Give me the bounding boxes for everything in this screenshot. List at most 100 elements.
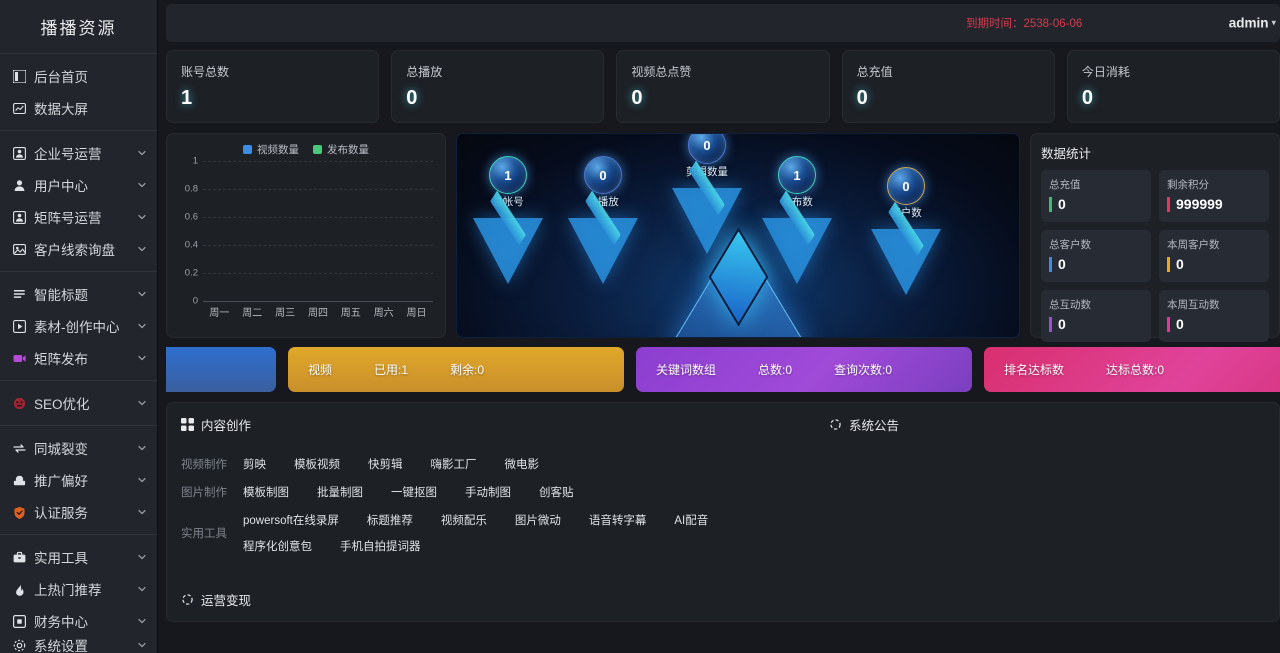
tool-link-模板视频[interactable]: 模板视频: [294, 456, 340, 472]
banner-field: 剩余:0: [450, 361, 484, 378]
sidebar-item-用户中心[interactable]: 用户中心: [0, 169, 157, 201]
chevron-down-icon[interactable]: [137, 289, 147, 299]
stat-card-今日消耗: 今日消耗0: [1067, 50, 1280, 123]
tool-link-微电影[interactable]: 微电影: [505, 456, 540, 472]
viz-node-总播放: 0总播放: [557, 156, 649, 208]
stat-card-label: 视频总点赞: [631, 63, 814, 80]
sidebar-item-推广偏好[interactable]: 推广偏好: [0, 464, 157, 496]
quota-banner-1[interactable]: 剩余:0: [166, 347, 276, 392]
certification-icon: [12, 505, 27, 520]
quota-banner-ranking[interactable]: 排名达标数达标总数:0: [984, 347, 1280, 392]
quota-banner-keywords[interactable]: 关键词数组总数:0查询次数:0: [636, 347, 972, 392]
stat-card-视频总点赞: 视频总点赞 0: [616, 50, 829, 123]
tool-link-剪映[interactable]: 剪映: [243, 456, 266, 472]
tool-link-批量制图[interactable]: 批量制图: [317, 484, 363, 500]
viz-node-剪辑数量: 0剪辑数量: [661, 133, 753, 178]
legend-item-视频数量[interactable]: 视频数量: [243, 142, 299, 157]
sidebar-item-智能标题[interactable]: 智能标题: [0, 278, 157, 310]
sidebar-item-label: 财务中心: [34, 611, 137, 631]
sidebar-item-企业号运营[interactable]: 企业号运营: [0, 137, 157, 169]
weekly-chart-card: 视频数量发布数量 10.80.60.40.20 周一周二周三周四周五周六周日: [166, 133, 446, 338]
chevron-down-icon[interactable]: [137, 475, 147, 485]
gridline: [203, 245, 433, 246]
chevron-down-icon[interactable]: [137, 507, 147, 517]
middle-row: 视频数量发布数量 10.80.60.40.20 周一周二周三周四周五周六周日 1…: [166, 133, 1280, 338]
viz-node-value: 1: [504, 168, 511, 183]
tool-link-一键抠图[interactable]: 一键抠图: [391, 484, 437, 500]
sidebar-item-同城裂变[interactable]: 同城裂变: [0, 432, 157, 464]
chevron-down-icon[interactable]: [137, 353, 147, 363]
tool-list: powersoft在线录屏 标题推荐 视频配乐 图片微动 语音转字幕 AI配音程序化创意包…: [243, 512, 801, 554]
gridline: [203, 189, 433, 190]
tool-link-创客贴[interactable]: 创客贴: [539, 484, 574, 500]
sidebar-item-矩阵号运营[interactable]: 矩阵号运营: [0, 201, 157, 233]
tool-category-label: 实用工具: [181, 525, 243, 541]
tool-category-label: 视频制作: [181, 456, 243, 472]
sidebar-item-上热门推荐[interactable]: 上热门推荐: [0, 573, 157, 605]
stat-card-value: 0: [631, 87, 814, 110]
tool-link-程序化创意包[interactable]: 程序化创意包: [243, 538, 312, 554]
tool-link-手机自拍提词器[interactable]: 手机自拍提词器: [340, 538, 421, 554]
tool-link-powersoft在线录屏[interactable]: powersoft在线录屏: [243, 512, 339, 528]
chevron-down-icon[interactable]: [137, 148, 147, 158]
promotion-icon: [12, 473, 27, 488]
enterprise-account-icon: [12, 146, 27, 161]
sidebar-item-实用工具[interactable]: 实用工具: [0, 541, 157, 573]
tool-row-实用工具: 实用工具powersoft在线录屏 标题推荐 视频配乐 图片微动 语音转字幕 AI配音程序…: [181, 512, 801, 554]
tool-link-图片微动[interactable]: 图片微动: [515, 512, 561, 528]
tool-list: 剪映 模板视频 快剪辑 嗨影工厂 微电影: [243, 456, 539, 472]
sidebar-item-label: 素材-创作中心: [34, 316, 137, 336]
chevron-down-icon[interactable]: [137, 584, 147, 594]
chart-y-axis: 10.80.60.40.20: [175, 161, 201, 301]
sidebar-item-label: 企业号运营: [34, 143, 137, 163]
y-tick-label: 0.6: [185, 212, 198, 223]
chevron-down-icon[interactable]: [137, 552, 147, 562]
tool-link-手动制图[interactable]: 手动制图: [465, 484, 511, 500]
viz-node-orb: 1: [489, 156, 527, 194]
chevron-down-icon[interactable]: [137, 212, 147, 222]
chevron-down-icon[interactable]: [137, 640, 147, 650]
quota-banner-video[interactable]: 视频已用:1剩余:0: [288, 347, 624, 392]
sidebar-item-label: SEO优化: [34, 393, 137, 413]
sidebar-item-认证服务[interactable]: 认证服务: [0, 496, 157, 528]
tool-link-AI配音[interactable]: AI配音: [674, 512, 708, 528]
tool-link-标题推荐[interactable]: 标题推荐: [367, 512, 413, 528]
chevron-down-icon[interactable]: [137, 398, 147, 408]
content-creation-title: 内容创作: [201, 415, 251, 434]
3d-overview-visual: 1总帐号0总播放0剪辑数量1发布数0客户数: [456, 133, 1020, 338]
viz-node-value: 1: [793, 168, 800, 183]
chevron-down-icon[interactable]: [137, 244, 147, 254]
chevron-down-icon[interactable]: [137, 321, 147, 331]
tool-link-语音转字幕[interactable]: 语音转字幕: [589, 512, 647, 528]
tool-link-快剪辑[interactable]: 快剪辑: [368, 456, 403, 472]
chevron-down-icon[interactable]: [137, 180, 147, 190]
sidebar-item-素材-创作中心[interactable]: 素材-创作中心: [0, 310, 157, 342]
sidebar-item-数据大屏[interactable]: 数据大屏: [0, 92, 157, 124]
user-menu[interactable]: admin ▾: [1229, 16, 1276, 31]
data-statistics-grid: 总充值0剩余积分999999总客户数0本周客户数0总互动数0本周互动数0: [1041, 170, 1269, 342]
sidebar-item-财务中心[interactable]: 财务中心: [0, 605, 157, 637]
tool-link-模板制图[interactable]: 模板制图: [243, 484, 289, 500]
legend-item-发布数量[interactable]: 发布数量: [313, 142, 369, 157]
sidebar-item-label: 数据大屏: [34, 98, 147, 118]
legend-swatch: [313, 145, 322, 154]
chart-legend: 视频数量发布数量: [175, 142, 437, 157]
sidebar-item-后台首页[interactable]: 后台首页: [0, 60, 157, 92]
sidebar-item-SEO优化[interactable]: SEO优化: [0, 387, 157, 419]
chevron-down-icon[interactable]: [137, 443, 147, 453]
tool-link-嗨影工厂[interactable]: 嗨影工厂: [431, 456, 477, 472]
material-center-icon: [12, 319, 27, 334]
stat-card-label: 总播放: [406, 63, 589, 80]
sidebar-item-系统设置[interactable]: 系统设置: [0, 637, 157, 653]
x-tick-label: 周三: [275, 304, 295, 319]
tool-link-视频配乐[interactable]: 视频配乐: [441, 512, 487, 528]
content-creation-header: 内容创作: [181, 415, 801, 434]
chevron-down-icon[interactable]: [137, 616, 147, 626]
sidebar-item-矩阵发布[interactable]: 矩阵发布: [0, 342, 157, 374]
x-tick-label: 周六: [374, 304, 394, 319]
sidebar-item-label: 认证服务: [34, 502, 137, 522]
sidebar-item-客户线索询盘[interactable]: 客户线索询盘: [0, 233, 157, 265]
x-tick-label: 周五: [341, 304, 361, 319]
sidebar-group-1: 企业号运营用户中心矩阵号运营客户线索询盘: [0, 131, 157, 272]
gridline: [203, 301, 433, 302]
